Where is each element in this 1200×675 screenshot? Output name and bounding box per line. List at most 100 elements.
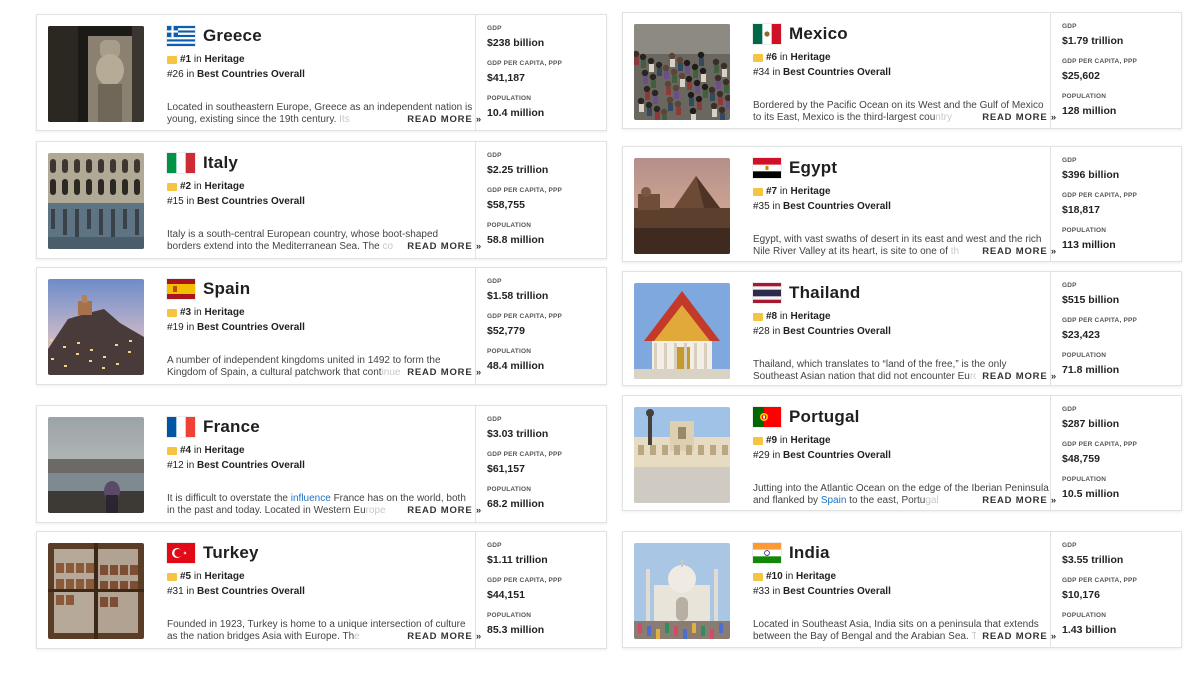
country-card-mexico[interactable]: Mexico #6 in Heritage #34 in Best Countr… xyxy=(622,12,1182,129)
title-row: Mexico xyxy=(753,23,1049,45)
overall-rank-number: #33 xyxy=(753,586,770,597)
country-name[interactable]: Mexico xyxy=(789,24,848,44)
gdp-value: $396 billion xyxy=(1062,169,1120,181)
overall-rank-number: #12 xyxy=(167,460,184,471)
country-card-italy[interactable]: Italy #2 in Heritage #15 in Best Countri… xyxy=(36,141,607,259)
thai-temple-photo[interactable] xyxy=(634,283,730,379)
desc-text-fade: Its xyxy=(339,114,350,125)
pyramids-photo[interactable] xyxy=(634,158,730,254)
country-card-portugal[interactable]: Portugal #9 in Heritage #29 in Best Coun… xyxy=(622,395,1182,511)
country-info: Italy #2 in Heritage #15 in Best Countri… xyxy=(167,152,482,252)
read-more-link[interactable]: READ MORE » xyxy=(976,495,1057,506)
mexico-crowd-photo[interactable] xyxy=(634,24,730,120)
read-more-link[interactable]: READ MORE » xyxy=(976,112,1057,123)
heritage-label: Heritage xyxy=(204,307,245,318)
mexico-flag-icon xyxy=(753,24,781,44)
country-card-thailand[interactable]: Thailand #8 in Heritage #28 in Best Coun… xyxy=(622,271,1182,386)
rank-connector: in xyxy=(772,586,781,597)
greece-statue-photo[interactable] xyxy=(48,26,144,122)
gdp-label: GDP xyxy=(1062,406,1077,413)
rank-connector: in xyxy=(779,186,788,197)
rank-connector: in xyxy=(193,445,202,456)
country-name[interactable]: Turkey xyxy=(203,543,259,563)
population-value: 113 million xyxy=(1062,239,1116,251)
read-more-link[interactable]: READ MORE » xyxy=(401,505,482,516)
stats-panel: GDP $3.55 trillion GDP PER CAPITA, PPP $… xyxy=(1050,532,1181,647)
country-name[interactable]: Spain xyxy=(203,279,250,299)
country-card-india[interactable]: India #10 in Heritage #33 in Best Countr… xyxy=(622,531,1182,648)
country-card-egypt[interactable]: Egypt #7 in Heritage #35 in Best Countri… xyxy=(622,146,1182,262)
spain-hilltown-photo[interactable] xyxy=(48,279,144,375)
medal-icon xyxy=(753,436,763,445)
gdp-value: $287 billion xyxy=(1062,418,1120,430)
country-name[interactable]: India xyxy=(789,543,830,563)
heritage-rank: #7 in Heritage xyxy=(753,185,1049,198)
read-more-link[interactable]: READ MORE » xyxy=(401,367,482,378)
stats-panel: GDP $396 billion GDP PER CAPITA, PPP $18… xyxy=(1050,147,1181,261)
desc-link[interactable]: Spain xyxy=(821,495,847,506)
country-name[interactable]: Thailand xyxy=(789,283,861,303)
taj-mahal-photo[interactable] xyxy=(634,543,730,639)
venice-photo[interactable] xyxy=(48,153,144,249)
country-card-turkey[interactable]: Turkey #5 in Heritage #31 in Best Countr… xyxy=(36,531,607,649)
overall-rank: #28 in Best Countries Overall xyxy=(753,326,1049,339)
country-info: Portugal #9 in Heritage #29 in Best Coun… xyxy=(753,406,1057,506)
read-more-link[interactable]: READ MORE » xyxy=(401,241,482,252)
overall-rank-number: #15 xyxy=(167,196,184,207)
rank-connector: in xyxy=(186,196,195,207)
istanbul-window-photo[interactable] xyxy=(48,543,144,639)
read-more-link[interactable]: READ MORE » xyxy=(401,631,482,642)
rank-connector: in xyxy=(186,69,195,80)
population-label: POPULATION xyxy=(1062,93,1107,100)
gdp-per-capita-value: $41,187 xyxy=(487,72,525,84)
india-flag-icon xyxy=(753,543,781,563)
gdp-per-capita-value: $48,759 xyxy=(1062,453,1100,465)
country-card-greece[interactable]: Greece #1 in Heritage #26 in Best Countr… xyxy=(36,14,607,131)
lisbon-square-photo[interactable] xyxy=(634,407,730,503)
title-row: Italy xyxy=(167,152,474,174)
gdp-label: GDP xyxy=(1062,282,1077,289)
stats-panel: GDP $1.58 trillion GDP PER CAPITA, PPP $… xyxy=(475,268,606,384)
country-info: India #10 in Heritage #33 in Best Countr… xyxy=(753,542,1057,642)
title-row: France xyxy=(167,416,474,438)
gdp-per-capita-label: GDP PER CAPITA, PPP xyxy=(1062,192,1138,199)
heritage-rank: #10 in Heritage xyxy=(753,570,1049,583)
rank-connector: in xyxy=(193,181,202,192)
rank-connector: in xyxy=(193,307,202,318)
heritage-label: Heritage xyxy=(790,435,831,446)
read-more-link[interactable]: READ MORE » xyxy=(976,371,1057,382)
population-label: POPULATION xyxy=(1062,476,1107,483)
gdp-value: $1.58 trillion xyxy=(487,290,549,302)
read-more-link[interactable]: READ MORE » xyxy=(976,246,1057,257)
gdp-label: GDP xyxy=(487,25,502,32)
country-name[interactable]: France xyxy=(203,417,260,437)
heritage-rank-number: #2 xyxy=(180,181,192,192)
overall-rank: #35 in Best Countries Overall xyxy=(753,201,1049,214)
read-more-link[interactable]: READ MORE » xyxy=(976,631,1057,642)
heritage-rank-number: #4 xyxy=(180,445,192,456)
heritage-rank-number: #7 xyxy=(766,186,778,197)
rank-connector: in xyxy=(186,460,195,471)
title-row: India xyxy=(753,542,1049,564)
heritage-label: Heritage xyxy=(204,54,245,65)
read-more-link[interactable]: READ MORE » xyxy=(401,114,482,125)
heritage-rank: #5 in Heritage xyxy=(167,570,474,583)
overall-label: Best Countries Overall xyxy=(197,586,305,597)
heritage-label: Heritage xyxy=(204,571,245,582)
gdp-per-capita-value: $58,755 xyxy=(487,199,525,211)
country-name[interactable]: Greece xyxy=(203,26,262,46)
overall-rank: #26 in Best Countries Overall xyxy=(167,69,474,82)
desc-link[interactable]: influence xyxy=(291,493,331,504)
gdp-per-capita-value: $52,779 xyxy=(487,325,525,337)
country-name[interactable]: Italy xyxy=(203,153,238,173)
rank-connector: in xyxy=(779,52,788,63)
country-name[interactable]: Portugal xyxy=(789,407,860,427)
heritage-rank: #1 in Heritage xyxy=(167,53,474,66)
stats-panel: GDP $238 billion GDP PER CAPITA, PPP $41… xyxy=(475,15,606,130)
country-card-france[interactable]: France #4 in Heritage #12 in Best Countr… xyxy=(36,405,607,523)
title-row: Spain xyxy=(167,278,474,300)
country-name[interactable]: Egypt xyxy=(789,158,837,178)
paris-river-photo[interactable] xyxy=(48,417,144,513)
country-card-spain[interactable]: Spain #3 in Heritage #19 in Best Countri… xyxy=(36,267,607,385)
heritage-rank: #6 in Heritage xyxy=(753,51,1049,64)
